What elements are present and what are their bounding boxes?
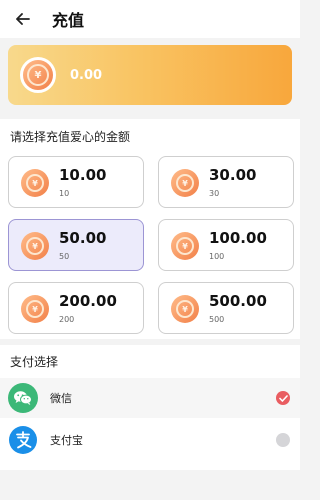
amount-section-title: 请选择充值爱心的金额	[10, 130, 131, 144]
amount-option-100[interactable]: ¥ 100.00 100	[158, 219, 294, 271]
coin-icon: ¥	[21, 295, 49, 323]
amount-value: 30.00	[209, 166, 257, 184]
amount-option-10[interactable]: ¥ 10.00 10	[8, 156, 144, 208]
amount-section: 请选择充值爱心的金额 ¥ 10.00 10 ¥ 30.00 30 ¥ 50.00…	[0, 119, 300, 339]
amount-subvalue: 100	[209, 252, 225, 261]
amount-value: 200.00	[59, 292, 117, 310]
coin-icon: ¥	[20, 57, 56, 93]
alipay-icon	[8, 425, 38, 455]
balance-card: ¥ 0.00	[8, 45, 292, 105]
amount-subvalue: 500	[209, 315, 225, 324]
top-bar: 充值	[0, 0, 300, 38]
payment-option-wechat[interactable]: 微信	[0, 378, 300, 418]
payment-section-title: 支付选择	[10, 355, 59, 369]
coin-symbol: ¥	[26, 174, 44, 192]
amount-subvalue: 200	[59, 315, 75, 324]
coin-icon: ¥	[171, 295, 199, 323]
wechat-icon	[8, 383, 38, 413]
page-title: 充值	[52, 11, 85, 30]
payment-section: 支付选择 微信 支付宝	[0, 345, 300, 470]
amount-option-200[interactable]: ¥ 200.00 200	[8, 282, 144, 334]
coin-symbol: ¥	[176, 300, 194, 318]
unchecked-icon[interactable]	[276, 433, 290, 447]
coin-icon: ¥	[171, 232, 199, 260]
coin-icon: ¥	[171, 169, 199, 197]
payment-option-alipay[interactable]: 支付宝	[0, 420, 300, 460]
payment-label: 微信	[50, 392, 72, 405]
arrow-left-icon	[16, 13, 30, 25]
coin-symbol: ¥	[26, 237, 44, 255]
coin-symbol: ¥	[176, 237, 194, 255]
coin-symbol: ¥	[27, 64, 49, 86]
amount-subvalue: 10	[59, 189, 70, 198]
amount-option-50[interactable]: ¥ 50.00 50	[8, 219, 144, 271]
amount-value: 500.00	[209, 292, 267, 310]
back-button[interactable]	[11, 7, 35, 31]
amount-value: 100.00	[209, 229, 267, 247]
amount-option-30[interactable]: ¥ 30.00 30	[158, 156, 294, 208]
amount-option-500[interactable]: ¥ 500.00 500	[158, 282, 294, 334]
amount-subvalue: 30	[209, 189, 220, 198]
amount-value: 50.00	[59, 229, 107, 247]
balance-amount: 0.00	[70, 67, 103, 83]
checked-icon[interactable]	[276, 391, 290, 405]
coin-icon: ¥	[21, 232, 49, 260]
payment-label: 支付宝	[50, 434, 83, 447]
coin-symbol: ¥	[26, 300, 44, 318]
coin-symbol: ¥	[176, 174, 194, 192]
coin-icon: ¥	[21, 169, 49, 197]
amount-subvalue: 50	[59, 252, 70, 261]
amount-value: 10.00	[59, 166, 107, 184]
